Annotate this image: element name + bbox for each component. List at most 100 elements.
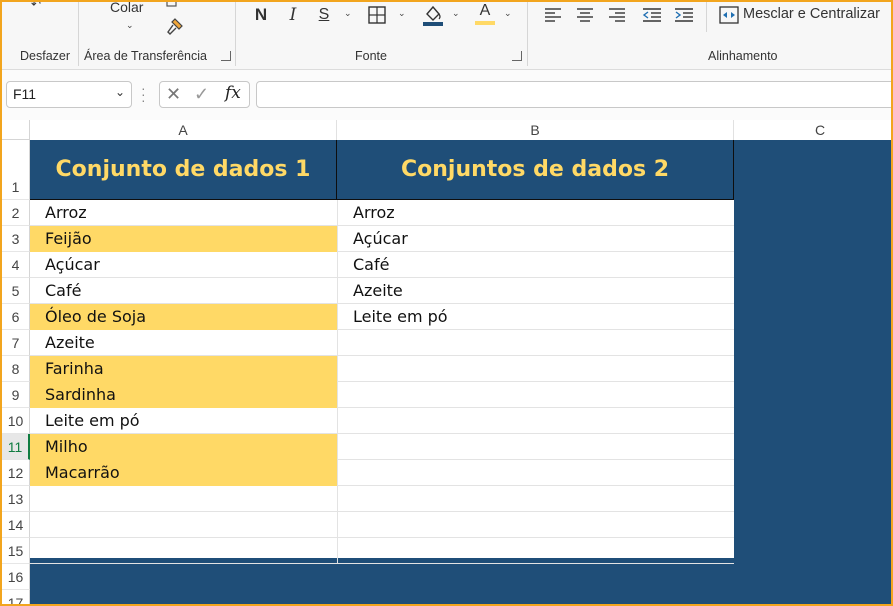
cell-b6[interactable]: Leite em pó: [337, 304, 734, 330]
row-header-17[interactable]: 17: [2, 590, 30, 604]
row-header-10[interactable]: 10: [2, 408, 30, 434]
clipboard-group-label: Área de Transferência: [84, 49, 207, 63]
cancel-icon[interactable]: ✕: [166, 84, 181, 105]
cell-a5[interactable]: Café: [30, 278, 337, 304]
name-box-value: F11: [13, 86, 37, 102]
cell-b8[interactable]: [337, 356, 734, 382]
row-header-5[interactable]: 5: [2, 278, 30, 304]
alignment-group-label: Alinhamento: [708, 49, 778, 63]
excel-window: ↶ Desfazer Colar ⌄ Área de Transferência…: [0, 0, 893, 606]
row-header-14[interactable]: 14: [2, 512, 30, 538]
underline-dropdown-chevron-icon[interactable]: ⌄: [344, 8, 352, 19]
cell-b9[interactable]: [337, 382, 734, 408]
enter-check-icon[interactable]: ✓: [194, 84, 209, 105]
cell-a3[interactable]: Feijão: [30, 226, 337, 252]
row-header-16[interactable]: 16: [2, 564, 30, 590]
undo-icon[interactable]: ↶: [26, 2, 46, 11]
cell-a15[interactable]: [30, 538, 337, 564]
cell-a13[interactable]: [30, 486, 337, 512]
name-box-chevron-icon[interactable]: ⌄: [115, 85, 125, 99]
bold-button[interactable]: N: [252, 4, 270, 26]
name-box[interactable]: F11 ⌄: [6, 81, 132, 108]
group-separator: [235, 2, 236, 66]
cell-a11[interactable]: Milho: [30, 434, 337, 460]
font-group-label: Fonte: [355, 49, 387, 63]
select-all-corner[interactable]: [2, 120, 30, 140]
row-header-9[interactable]: 9: [2, 382, 30, 408]
worksheet-grid: A B C Conjunto de dados 1 Conjuntos de d…: [2, 120, 891, 604]
font-color-button[interactable]: A: [474, 2, 496, 26]
cell-b4[interactable]: Café: [337, 252, 734, 278]
increase-indent-icon[interactable]: [673, 6, 695, 24]
row-header-12[interactable]: 12: [2, 460, 30, 486]
row-header-6[interactable]: 6: [2, 304, 30, 330]
cell-a7[interactable]: Azeite: [30, 330, 337, 356]
borders-icon[interactable]: [367, 5, 387, 25]
cell-a12[interactable]: Macarrão: [30, 460, 337, 486]
column-header-c[interactable]: C: [734, 120, 891, 140]
cell-a6[interactable]: Óleo de Soja: [30, 304, 337, 330]
group-separator: [78, 2, 79, 66]
fill-color-dropdown-chevron-icon[interactable]: ⌄: [452, 8, 460, 19]
cell-b10[interactable]: [337, 408, 734, 434]
cell-a1[interactable]: Conjunto de dados 1: [30, 140, 337, 200]
ribbon: ↶ Desfazer Colar ⌄ Área de Transferência…: [2, 2, 891, 70]
more-options-icon[interactable]: · · ·: [141, 81, 146, 107]
cell-a4[interactable]: Açúcar: [30, 252, 337, 278]
cell-b14[interactable]: [337, 512, 734, 538]
font-color-dropdown-chevron-icon[interactable]: ⌄: [504, 8, 512, 19]
row-header-1[interactable]: 1: [2, 140, 30, 200]
font-launcher-icon[interactable]: [512, 51, 522, 61]
cell-b7[interactable]: [337, 330, 734, 356]
row-header-15[interactable]: 15: [2, 538, 30, 564]
group-separator: [527, 2, 528, 66]
cell-b5[interactable]: Azeite: [337, 278, 734, 304]
font-color-glyph: A: [479, 2, 491, 19]
cell-b3[interactable]: Açúcar: [337, 226, 734, 252]
clipboard-launcher-icon[interactable]: [221, 51, 231, 61]
font-color-swatch: [475, 21, 495, 25]
align-center-icon[interactable]: [575, 6, 595, 24]
cell-a9[interactable]: Sardinha: [30, 382, 337, 408]
row-header-7[interactable]: 7: [2, 330, 30, 356]
format-painter-icon[interactable]: [164, 16, 186, 38]
italic-button[interactable]: I: [284, 4, 302, 26]
column-header-a[interactable]: A: [30, 120, 337, 140]
formula-bar: F11 ⌄ · · · ✕ ✓ fx: [2, 70, 891, 120]
cell-b11[interactable]: [337, 434, 734, 460]
cell-a10[interactable]: Leite em pó: [30, 408, 337, 434]
formula-controls: ✕ ✓ fx: [159, 81, 250, 108]
cell-a2[interactable]: Arroz: [30, 200, 337, 226]
cell-b1[interactable]: Conjuntos de dados 2: [337, 140, 734, 200]
filled-region-column-c[interactable]: [734, 140, 891, 604]
row-header-8[interactable]: 8: [2, 356, 30, 382]
insert-function-button[interactable]: fx: [225, 83, 241, 103]
cell-a8[interactable]: Farinha: [30, 356, 337, 382]
row-header-11[interactable]: 11: [2, 434, 30, 460]
copy-icon[interactable]: [162, 2, 182, 8]
cell-b15[interactable]: [337, 538, 734, 564]
filled-region-rows-16-17[interactable]: [30, 558, 734, 604]
align-right-icon[interactable]: [607, 6, 627, 24]
row-header-3[interactable]: 3: [2, 226, 30, 252]
formula-input[interactable]: [256, 81, 891, 108]
merge-center-button[interactable]: Mesclar e Centralizar: [743, 6, 880, 22]
row-header-4[interactable]: 4: [2, 252, 30, 278]
row-header-13[interactable]: 13: [2, 486, 30, 512]
paste-dropdown-chevron-icon[interactable]: ⌄: [126, 20, 134, 31]
undo-label[interactable]: Desfazer: [20, 49, 70, 63]
cell-b2[interactable]: Arroz: [337, 200, 734, 226]
column-header-b[interactable]: B: [337, 120, 734, 140]
merge-center-icon[interactable]: [718, 5, 740, 25]
row-header-2[interactable]: 2: [2, 200, 30, 226]
align-left-icon[interactable]: [543, 6, 563, 24]
underline-button[interactable]: S: [315, 4, 333, 26]
paste-button[interactable]: Colar: [110, 2, 143, 15]
group-separator: [706, 2, 707, 32]
cell-b13[interactable]: [337, 486, 734, 512]
decrease-indent-icon[interactable]: [641, 6, 663, 24]
cell-b12[interactable]: [337, 460, 734, 486]
borders-dropdown-chevron-icon[interactable]: ⌄: [398, 8, 406, 19]
fill-color-icon[interactable]: [422, 3, 444, 27]
cell-a14[interactable]: [30, 512, 337, 538]
